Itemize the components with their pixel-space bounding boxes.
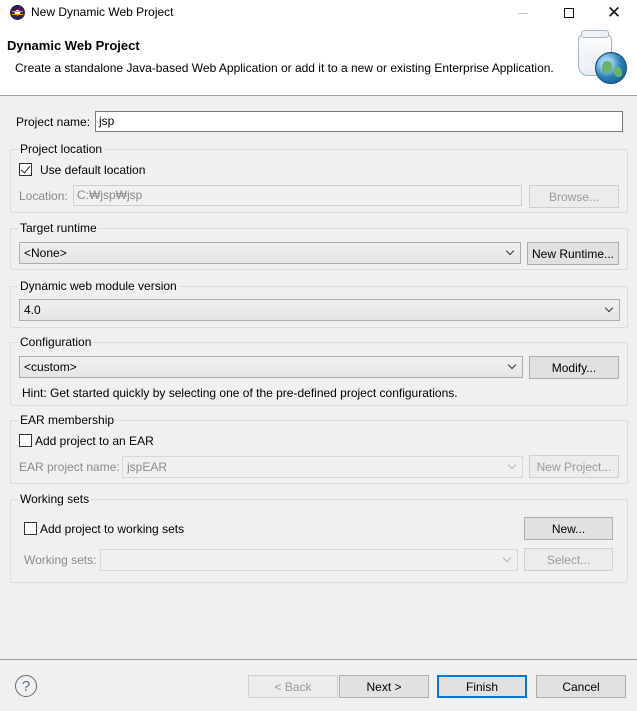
use-default-location-label: Use default location [40, 163, 146, 177]
chevron-down-icon [603, 303, 615, 317]
close-icon: ✕ [606, 3, 622, 22]
wizard-header: Dynamic Web Project Create a standalone … [0, 26, 637, 96]
page-title: Dynamic Web Project [7, 38, 140, 53]
working-sets-select[interactable] [100, 549, 518, 571]
location-label: Location: [19, 189, 68, 203]
ear-project-name-select[interactable]: jspEAR [122, 456, 523, 478]
new-runtime-button[interactable]: New Runtime... [527, 242, 619, 265]
ear-project-name-value: jspEAR [127, 460, 168, 474]
add-to-working-sets-checkbox[interactable] [24, 522, 37, 535]
use-default-location-checkbox[interactable] [19, 163, 32, 176]
project-location-title: Project location [18, 142, 105, 156]
cancel-button[interactable]: Cancel [536, 675, 626, 698]
new-working-set-button[interactable]: New... [524, 517, 613, 540]
ear-membership-title: EAR membership [18, 413, 117, 427]
back-button[interactable]: < Back [248, 675, 338, 698]
globe-icon [595, 52, 627, 84]
jar-lid-icon [581, 30, 609, 38]
select-working-sets-button[interactable]: Select... [524, 548, 613, 571]
configuration-title: Configuration [18, 335, 94, 349]
maximize-button[interactable] [546, 0, 592, 26]
web-module-version-select[interactable]: 4.0 [19, 299, 620, 321]
chevron-down-icon [504, 246, 516, 260]
web-project-banner-icon [573, 30, 631, 90]
ear-project-name-label: EAR project name: [19, 460, 120, 474]
configuration-value: <custom> [24, 360, 77, 374]
modify-button[interactable]: Modify... [529, 356, 619, 379]
add-to-ear-label: Add project to an EAR [35, 434, 154, 448]
minimize-icon [518, 12, 528, 14]
browse-button[interactable]: Browse... [529, 185, 619, 208]
close-button[interactable]: ✕ [591, 0, 637, 26]
new-ear-project-button[interactable]: New Project... [529, 455, 619, 478]
web-module-version-title: Dynamic web module version [18, 279, 179, 293]
minimize-button[interactable] [500, 0, 546, 26]
target-runtime-title: Target runtime [18, 221, 99, 235]
title-bar: New Dynamic Web Project ✕ [0, 0, 637, 26]
page-description: Create a standalone Java-based Web Appli… [15, 61, 554, 75]
footer-separator [0, 659, 637, 660]
target-runtime-select[interactable]: <None> [19, 242, 521, 264]
project-name-input[interactable]: jsp [95, 111, 623, 132]
location-input[interactable]: C:₩jsp₩jsp [73, 185, 522, 206]
help-icon[interactable]: ? [15, 675, 37, 697]
working-sets-label: Working sets: [24, 553, 97, 567]
chevron-down-icon [506, 460, 518, 474]
chevron-down-icon [501, 553, 513, 567]
chevron-down-icon [506, 360, 518, 374]
target-runtime-value: <None> [24, 246, 67, 260]
maximize-icon [564, 8, 574, 18]
project-name-label: Project name: [16, 115, 91, 129]
add-to-ear-checkbox[interactable] [19, 434, 32, 447]
finish-button[interactable]: Finish [437, 675, 527, 698]
configuration-select[interactable]: <custom> [19, 356, 523, 378]
web-module-version-value: 4.0 [24, 303, 41, 317]
eclipse-icon [10, 5, 25, 20]
next-button[interactable]: Next > [339, 675, 429, 698]
working-sets-title: Working sets [18, 492, 92, 506]
configuration-hint: Hint: Get started quickly by selecting o… [22, 386, 458, 400]
add-to-working-sets-label: Add project to working sets [40, 522, 185, 536]
window-title: New Dynamic Web Project [31, 5, 174, 19]
